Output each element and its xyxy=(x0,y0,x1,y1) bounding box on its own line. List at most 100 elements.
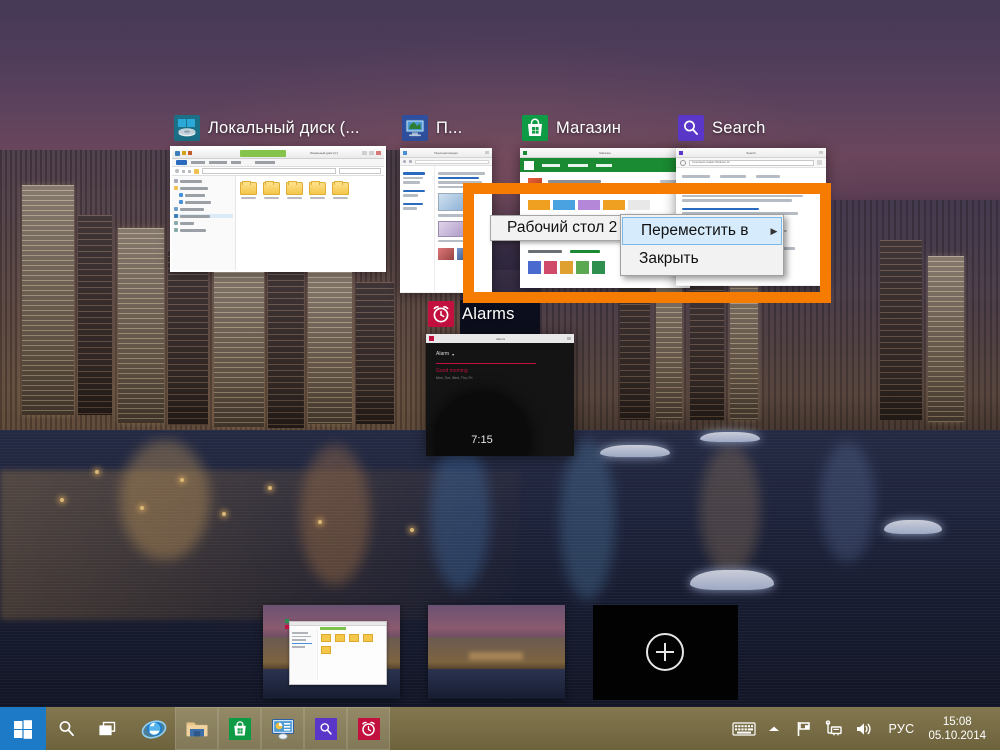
context-menu-item-move-to[interactable]: Переместить в ▶ xyxy=(622,217,782,245)
search-app-button[interactable] xyxy=(304,707,347,750)
alarms-icon xyxy=(357,717,380,740)
context-menu-item-label: Закрыть xyxy=(639,250,699,267)
context-menu-item-close[interactable]: Закрыть xyxy=(621,245,783,273)
chevron-right-icon: ▶ xyxy=(770,225,778,236)
window-thumbnail[interactable]: Локальный диск (C:) xyxy=(170,146,386,272)
context-menu-item-label: Переместить в xyxy=(641,222,749,239)
mini-titlebar-text: Персонализация xyxy=(434,150,458,155)
search-icon xyxy=(59,720,74,736)
file-explorer-button[interactable] xyxy=(175,707,218,750)
local-disk-icon xyxy=(174,115,200,141)
control-panel-icon xyxy=(402,115,428,141)
alarm-mode-label: Alarm xyxy=(436,351,450,357)
folder-item[interactable] xyxy=(239,181,257,199)
mini-address-bar xyxy=(172,167,384,176)
mini-nav-pane[interactable] xyxy=(172,176,236,270)
action-center-flag-icon xyxy=(797,721,810,736)
control-panel-button[interactable] xyxy=(261,707,304,750)
clock-date: 05.10.2014 xyxy=(928,729,986,742)
language-indicator[interactable]: РУС xyxy=(879,722,925,736)
mini-file-list[interactable] xyxy=(236,176,384,270)
search-taskbar-button[interactable] xyxy=(46,707,87,750)
keyboard-icon xyxy=(731,721,756,736)
network-icon xyxy=(825,719,842,735)
task-view-icon xyxy=(98,721,115,735)
internet-explorer-icon xyxy=(141,719,166,739)
mini-explorer-body xyxy=(172,176,384,270)
window-header: Локальный диск (... xyxy=(172,112,384,144)
mini-titlebar-text: Search xyxy=(746,150,756,155)
context-menu-parent-label[interactable]: Рабочий стол 2 xyxy=(490,215,635,241)
alarm-days: Mon, Tue, Wed, Thu, Fri xyxy=(436,376,473,380)
action-center-button[interactable] xyxy=(789,707,819,750)
volume-icon xyxy=(856,722,871,735)
volume-button[interactable] xyxy=(849,707,879,750)
desktop-thumbnail-2[interactable] xyxy=(427,605,565,699)
alarm-time: 7:15 xyxy=(471,434,493,446)
network-button[interactable] xyxy=(819,707,849,750)
taskbar[interactable]: РУС 15:08 05.10.2014 xyxy=(0,707,1000,750)
alarm-mode-dropdown[interactable]: Alarm ▾ xyxy=(436,351,564,357)
mini-titlebar-text: Alarms xyxy=(495,336,506,341)
store-icon xyxy=(522,115,548,141)
show-hidden-icons-button[interactable] xyxy=(759,707,789,750)
folder-item[interactable] xyxy=(262,181,280,199)
start-button[interactable] xyxy=(0,707,46,750)
alarms-icon xyxy=(428,301,454,327)
mini-titlebar: Alarms xyxy=(426,334,574,343)
window-title: Локальный диск (... xyxy=(208,118,360,137)
task-view-window-explorer[interactable]: Локальный диск (... Локальный диск (C:) xyxy=(170,112,386,272)
folder-item[interactable] xyxy=(331,181,349,199)
mini-titlebar: Search xyxy=(676,148,826,158)
desktop-thumbnail-1[interactable] xyxy=(262,605,400,699)
mini-titlebar-text: Магазин xyxy=(599,150,611,155)
internet-explorer-button[interactable] xyxy=(132,707,175,750)
store-icon xyxy=(228,717,251,740)
window-header: Search xyxy=(676,112,826,144)
desktop-mini-water xyxy=(427,668,565,699)
window-title: Alarms xyxy=(462,304,515,323)
system-tray[interactable]: РУС 15:08 05.10.2014 xyxy=(729,707,1000,750)
chevron-up-icon xyxy=(768,726,779,731)
desktop-mini-icon xyxy=(284,619,289,623)
folder-item[interactable] xyxy=(285,181,303,199)
ribbon-contextual-tab xyxy=(240,149,286,157)
mini-titlebar: Магазин xyxy=(520,148,690,158)
touch-keyboard-button[interactable] xyxy=(729,707,759,750)
alarm-label: Good morning xyxy=(436,368,468,374)
window-thumbnail[interactable]: Alarms Alarm ▾ Good morning Mon, Tue, We… xyxy=(426,334,574,456)
store-button[interactable] xyxy=(218,707,261,750)
add-desktop-button[interactable] xyxy=(592,604,738,700)
desktop-mini-window xyxy=(288,621,387,685)
divider xyxy=(436,363,536,364)
window-title: Магазин xyxy=(556,118,622,137)
windows-logo-icon xyxy=(14,719,32,739)
mini-titlebar: Локальный диск (C:) xyxy=(172,148,384,159)
window-header: Магазин xyxy=(520,112,690,144)
search-app-icon xyxy=(678,115,704,141)
mini-ribbon-tabs xyxy=(172,159,384,167)
search-app-icon xyxy=(314,717,337,740)
folder-item[interactable] xyxy=(308,181,326,199)
task-view-window-alarms[interactable]: Alarms Alarms Alarm ▾ Good morning Mon, … xyxy=(426,298,574,456)
clock[interactable]: 15:08 05.10.2014 xyxy=(924,707,994,750)
mini-store-nav[interactable] xyxy=(520,158,690,172)
mini-titlebar: Персонализация xyxy=(400,148,492,158)
file-explorer-icon xyxy=(186,722,207,736)
plus-icon xyxy=(646,633,684,671)
context-menu-parent-text: Рабочий стол 2 xyxy=(507,219,618,236)
desktop-mini-icon xyxy=(284,625,289,629)
mini-address-field[interactable] xyxy=(202,168,336,174)
virtual-desktop-strip xyxy=(0,597,1000,707)
window-title: Search xyxy=(712,118,766,137)
mini-titlebar-text: Локальный диск (C:) xyxy=(309,150,339,155)
window-title: П... xyxy=(436,118,463,137)
desktop-screen: Локальный диск (... Локальный диск (C:) xyxy=(0,0,1000,750)
control-panel-icon xyxy=(271,718,294,739)
context-menu[interactable]: Переместить в ▶ Закрыть xyxy=(620,214,784,276)
desktop-mini-glow xyxy=(468,652,524,660)
alarms-button[interactable] xyxy=(347,707,390,750)
task-view-button[interactable] xyxy=(87,707,128,750)
clock-time: 15:08 xyxy=(942,715,972,728)
mini-search-field[interactable] xyxy=(339,168,381,174)
